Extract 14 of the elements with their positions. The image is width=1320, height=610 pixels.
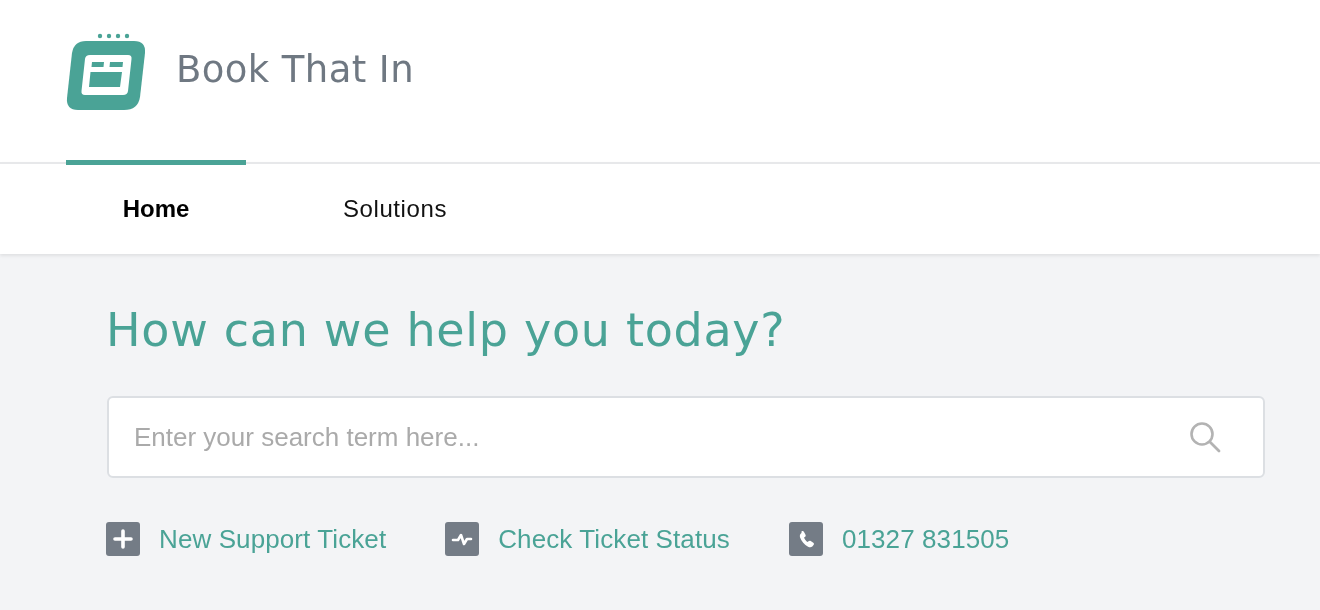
quick-link[interactable]: New Support Ticket <box>106 522 387 556</box>
quick-link[interactable]: 01327 831505 <box>788 522 1010 556</box>
plus-icon <box>106 522 140 556</box>
phone-icon <box>788 522 823 556</box>
site-title: Book That In <box>176 47 414 93</box>
quick-link[interactable]: Check Ticket Status <box>445 522 730 556</box>
nav-tab[interactable]: Home <box>66 160 246 252</box>
logo-icon <box>66 33 146 111</box>
search-icon[interactable] <box>1189 421 1221 453</box>
search-field[interactable]: Enter your search term here... <box>134 417 1169 457</box>
page-heading: How can we help you today? <box>106 302 786 358</box>
nav-tab[interactable]: Solutions <box>305 160 485 252</box>
search-bar[interactable]: Enter your search term here... <box>107 396 1265 478</box>
pulse-icon <box>445 522 480 556</box>
